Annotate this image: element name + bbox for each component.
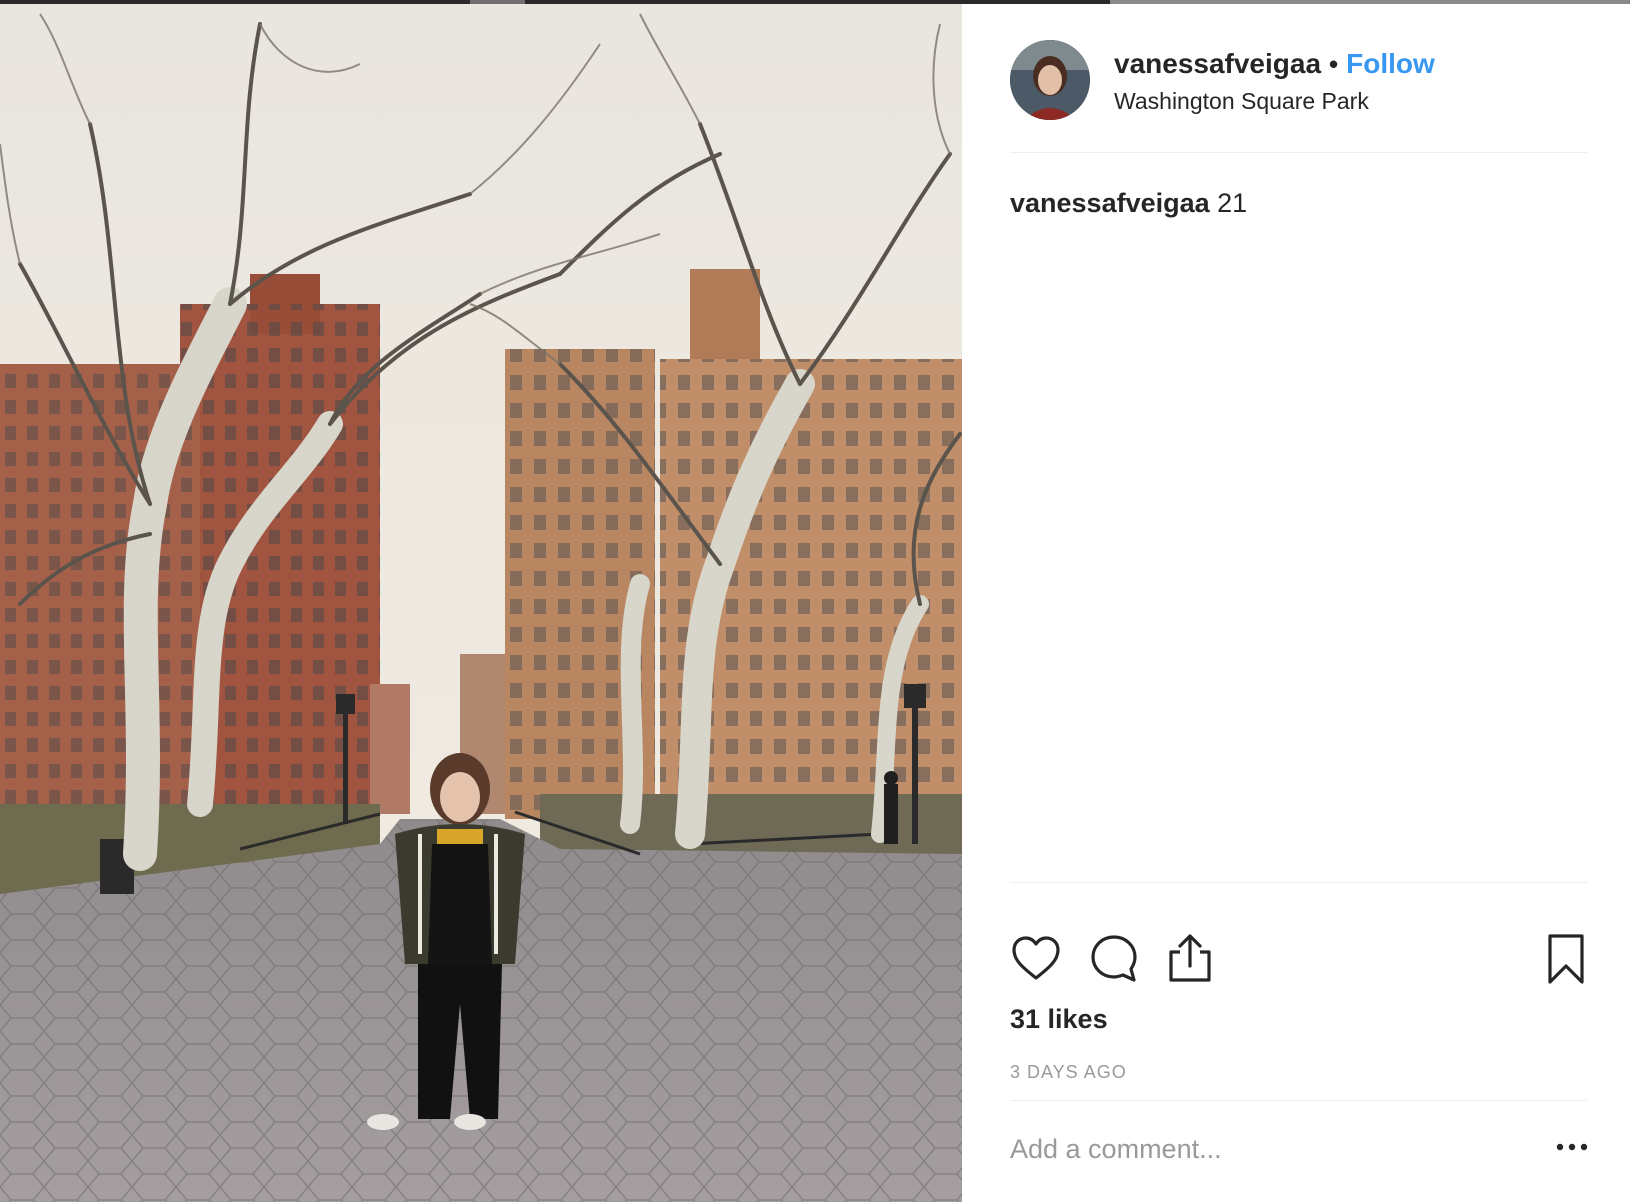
post-photo-illustration (0, 4, 962, 1202)
like-count[interactable]: 31 likes (1010, 1004, 1108, 1035)
more-options-button[interactable] (1552, 1132, 1592, 1162)
actions-divider (1010, 882, 1588, 883)
post-caption: vanessafveigaa 21 (1010, 188, 1247, 219)
separator-dot: • (1329, 48, 1339, 79)
avatar-image (1010, 40, 1090, 120)
header-divider (1010, 152, 1588, 153)
comment-bubble-icon (1091, 935, 1137, 982)
caption-text: 21 (1217, 188, 1248, 218)
more-options-icon (1556, 1143, 1588, 1151)
follow-button[interactable]: Follow (1346, 48, 1435, 80)
bookmark-icon (1548, 934, 1584, 984)
author-username[interactable]: vanessafveigaa (1114, 48, 1321, 80)
comment-button[interactable] (1088, 932, 1140, 986)
action-bar (1010, 932, 1588, 990)
save-button[interactable] (1540, 932, 1592, 986)
comment-input[interactable] (1010, 1124, 1510, 1174)
post-sidebar: vanessafveigaa • Follow Washington Squar… (962, 4, 1630, 1202)
post-timestamp[interactable]: 3 DAYS AGO (1010, 1062, 1127, 1083)
caption-username[interactable]: vanessafveigaa (1010, 188, 1210, 218)
like-button[interactable] (1010, 932, 1062, 986)
comment-divider (1010, 1100, 1588, 1101)
share-upload-icon (1169, 934, 1211, 982)
author-avatar[interactable] (1010, 40, 1090, 120)
location-link[interactable]: Washington Square Park (1114, 88, 1369, 115)
author-header: vanessafveigaa • Follow (1114, 46, 1435, 82)
heart-icon (1012, 936, 1060, 980)
share-button[interactable] (1164, 932, 1216, 986)
post-photo[interactable] (0, 4, 962, 1202)
